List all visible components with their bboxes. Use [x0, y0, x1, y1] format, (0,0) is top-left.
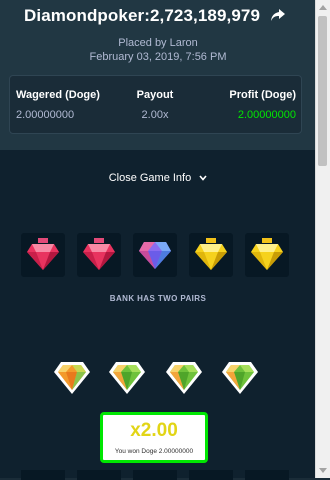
- green-gem-icon: [109, 362, 145, 394]
- win-message: You won Doge 2.00000000: [114, 448, 194, 455]
- stat-label: Profit (Doge): [229, 89, 296, 101]
- stat-value: 2.00000000: [16, 109, 75, 121]
- dealer-card: [189, 233, 233, 277]
- placed-by-text: Placed by Laron: [118, 37, 198, 49]
- purple-gem-icon: [139, 242, 171, 269]
- scrollbar-thumb[interactable]: [318, 16, 327, 166]
- vertical-scrollbar[interactable]: [315, 0, 330, 478]
- bet-title: Diamondpoker:2,723,189,979: [24, 6, 260, 25]
- player-card: [133, 470, 177, 480]
- close-game-info-label: Close Game Info: [108, 172, 192, 184]
- dealer-result-text: BANK HAS TWO PAIRS: [109, 294, 207, 303]
- player-card: [77, 470, 121, 480]
- bet-stats-box: Wagered (Doge) 2.00000000 Payout 2.00x P…: [9, 75, 302, 134]
- green-gem-icon: [166, 362, 202, 394]
- red-gem-icon: [83, 238, 115, 270]
- stat-wagered: Wagered (Doge) 2.00000000: [16, 76, 111, 133]
- stat-profit: Profit (Doge) 2.00000000: [200, 76, 296, 133]
- yellow-gem-icon: [195, 238, 227, 270]
- yellow-gem-icon: [251, 238, 283, 270]
- stat-payout: Payout 2.00x: [115, 76, 195, 133]
- red-gem-icon: [27, 238, 59, 270]
- scroll-down-icon[interactable]: [319, 468, 327, 473]
- bet-date: February 03, 2019, 7:56 PM: [89, 51, 227, 63]
- stat-value: 2.00x: [141, 109, 169, 121]
- stat-value: 2.00000000: [237, 109, 296, 121]
- share-icon[interactable]: [270, 8, 286, 22]
- green-gem-icon: [222, 362, 258, 394]
- dealer-card: [133, 233, 177, 277]
- orange-gem-icon: [54, 362, 90, 394]
- stat-label: Wagered (Doge): [16, 89, 100, 101]
- dealer-card: [21, 233, 65, 277]
- scroll-up-icon[interactable]: [319, 5, 327, 10]
- stat-label: Payout: [136, 89, 174, 101]
- chevron-down-icon: [199, 175, 207, 181]
- close-game-info-button[interactable]: Close Game Info: [0, 172, 316, 184]
- dealer-card: [77, 233, 121, 277]
- win-popup: x2.00 You won Doge 2.00000000: [100, 412, 208, 463]
- win-multiplier: x2.00: [130, 420, 178, 441]
- player-card: [21, 470, 65, 480]
- dealer-card: [245, 233, 289, 277]
- player-card: [189, 470, 233, 480]
- player-card: [245, 470, 289, 480]
